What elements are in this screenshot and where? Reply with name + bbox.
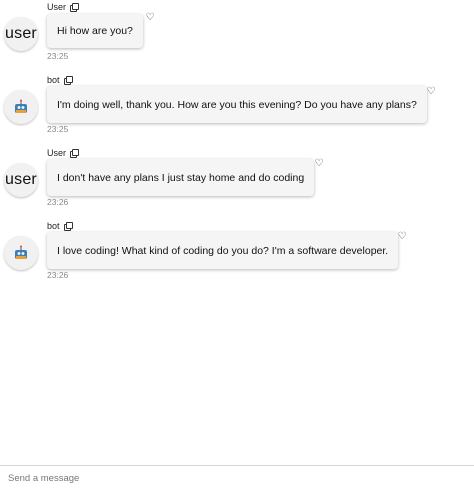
robot-icon [15,245,27,259]
copy-icon[interactable] [70,149,80,158]
message-bubble: I'm doing well, thank you. How are you t… [47,86,427,123]
message-header: bot [47,221,73,231]
message-bubble: Hi how are you? [47,14,143,48]
chat-window: User user Hi how are you? ♡ 23:25 bot I'… [0,0,474,489]
sender-name: bot [47,221,60,231]
copy-icon[interactable] [70,3,80,12]
heart-icon[interactable]: ♡ [314,159,324,169]
message-header: bot [47,75,73,85]
message-time: 23:26 [47,270,69,280]
message-bubble: I love coding! What kind of coding do yo… [47,232,399,269]
message-input[interactable] [6,467,470,489]
message-text: Hi how are you? [57,25,133,37]
message-bubble: I don't have any plans I just stay home … [47,159,315,196]
message-time: 23:25 [47,51,69,61]
avatar: user [4,17,38,51]
heart-icon[interactable]: ♡ [426,87,436,97]
message-header: User [47,2,80,12]
robot-avatar [4,236,38,270]
sender-name: User [47,2,67,12]
message-time: 23:25 [47,124,69,134]
copy-icon[interactable] [63,76,73,85]
composer [0,465,474,489]
heart-icon[interactable]: ♡ [145,13,155,23]
heart-icon[interactable]: ♡ [397,232,407,242]
avatar-label: user [5,171,37,188]
robot-avatar [4,90,38,124]
avatar: user [4,163,38,197]
message-time: 23:26 [47,197,69,207]
copy-icon[interactable] [63,222,73,231]
sender-name: User [47,148,67,158]
robot-icon [15,99,27,113]
message-text: I don't have any plans I just stay home … [57,171,305,184]
message-text: I'm doing well, thank you. How are you t… [57,98,417,111]
message-text: I love coding! What kind of coding do yo… [57,244,389,257]
message-header: User [47,148,80,158]
avatar-label: user [5,25,37,42]
sender-name: bot [47,75,60,85]
